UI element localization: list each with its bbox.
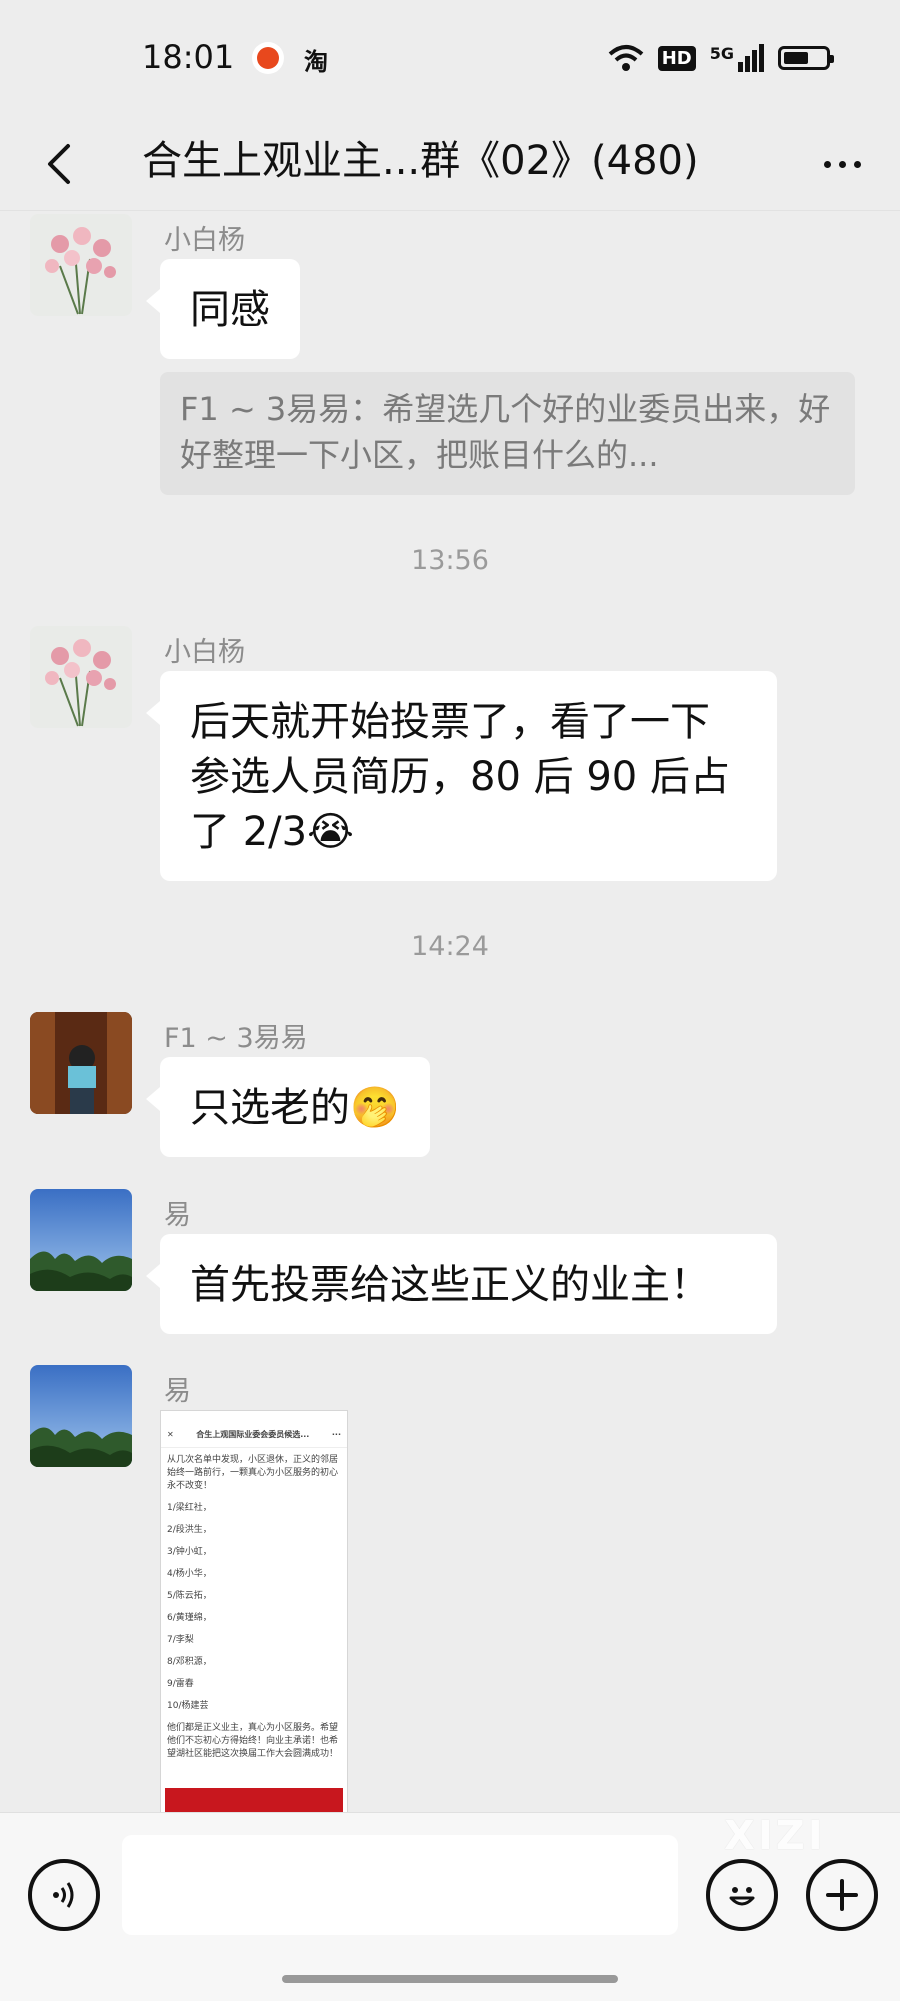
message-bubble[interactable]: 同感 — [146, 259, 300, 359]
sender-name: 易 — [164, 1200, 191, 1231]
candidate-name: 3/钟小虹， — [167, 1547, 212, 1557]
more-icon: ··· — [331, 1430, 341, 1439]
message-bubble[interactable]: 只选老的🤭 — [146, 1057, 430, 1157]
notification-app-icon — [252, 42, 284, 74]
network-label: 5G — [709, 44, 734, 63]
sky-trees-avatar-image — [30, 1189, 132, 1291]
xizi-watermark: XIZI — [724, 1813, 826, 1859]
status-icons: HD 5G — [608, 38, 834, 78]
chevron-left-icon — [48, 144, 70, 184]
avatar-yi[interactable] — [30, 1189, 132, 1291]
message-bubble[interactable]: 后天就开始投票了，看了一下参选人员简历，80 后 90 后占了 2/3😭 — [146, 671, 777, 881]
sender-name: 小白杨 — [164, 225, 245, 256]
timestamp: 13:56 — [411, 545, 489, 576]
status-time: 18:01 — [142, 38, 235, 76]
quoted-message[interactable]: F1 ~ 3易易：希望选几个好的业委员出来，好好整理一下小区，把账目什么的... — [160, 372, 855, 495]
candidate-name: 4/杨小华， — [167, 1569, 212, 1579]
status-bar: 18:01 淘 HD 5G — [0, 0, 900, 120]
timestamp: 14:24 — [411, 931, 489, 962]
person-avatar-image — [30, 1012, 132, 1114]
plus-icon — [826, 1879, 858, 1911]
avatar-xiaobaiyang[interactable] — [30, 626, 132, 728]
candidate-name: 5/陈云拓， — [167, 1591, 212, 1601]
image-status-bar — [161, 1411, 347, 1425]
home-indicator[interactable] — [282, 1975, 618, 1983]
sender-name: 小白杨 — [164, 637, 245, 668]
chat-title: 合生上观业主...群《02》(480) — [142, 138, 699, 184]
flower-avatar-image — [30, 214, 132, 316]
image-body: 从几次名单中发现，小区退休，正义的邻居始终一路前行，一颗真心为小区服务的初心永不… — [161, 1448, 347, 1776]
battery-icon — [778, 46, 834, 70]
voice-input-button[interactable] — [28, 1859, 100, 1931]
voice-icon — [53, 1882, 74, 1908]
image-intro: 从几次名单中发现，小区退休，正义的邻居始终一路前行，一颗真心为小区服务的初心永不… — [167, 1455, 339, 1491]
more-dot — [853, 160, 861, 168]
sky-trees-avatar-image — [30, 1365, 132, 1467]
candidate-name: 1/梁红社， — [167, 1503, 212, 1513]
sender-name: F1 ~ 3易易 — [164, 1023, 308, 1054]
chat-header: 合生上观业主...群《02》(480) — [0, 120, 900, 211]
avatar-xiaobaiyang[interactable] — [30, 214, 132, 316]
image-message[interactable]: ✕ 合生上观国际业委会委员候选... ··· 从几次名单中发现，小区退休，正义的… — [160, 1410, 348, 1815]
image-title: 合生上观国际业委会委员候选... — [196, 1430, 310, 1439]
more-dot — [838, 160, 846, 168]
more-functions-button[interactable] — [806, 1859, 878, 1931]
image-photo-strip — [165, 1788, 343, 1814]
back-button[interactable] — [28, 134, 88, 194]
more-dot — [823, 160, 831, 168]
more-options-button[interactable] — [812, 134, 872, 194]
close-icon: ✕ — [167, 1430, 174, 1439]
taobao-icon: 淘 — [304, 48, 328, 76]
flower-avatar-image — [30, 626, 132, 728]
candidate-name: 6/黄瑾绵， — [167, 1613, 212, 1623]
image-outro: 他们都是正义业主，真心为小区服务。希望他们不忘初心方得始终！向业主承诺！也希望湖… — [167, 1723, 339, 1759]
candidate-name: 7/李梨 — [167, 1635, 194, 1645]
signal-icon: 5G — [710, 44, 764, 72]
image-header: ✕ 合生上观国际业委会委员候选... ··· — [161, 1425, 347, 1448]
sender-name: 易 — [164, 1376, 191, 1407]
candidate-name: 2/段洪生， — [167, 1525, 212, 1535]
input-bar: XIZI — [0, 1812, 900, 2001]
message-bubble[interactable]: 首先投票给这些正义的业主！ — [146, 1234, 777, 1334]
emoji-button[interactable] — [706, 1859, 778, 1931]
candidate-name: 9/雷春 — [167, 1679, 194, 1689]
avatar-yi[interactable] — [30, 1365, 132, 1467]
candidate-name: 8/邓积源， — [167, 1657, 212, 1667]
wifi-icon — [608, 45, 644, 71]
smiley-icon — [729, 1887, 755, 1906]
avatar-f1-3yiyi[interactable] — [30, 1012, 132, 1114]
hd-badge: HD — [657, 45, 696, 71]
message-input[interactable] — [122, 1835, 678, 1935]
candidate-name: 10/杨建芸 — [167, 1701, 209, 1711]
